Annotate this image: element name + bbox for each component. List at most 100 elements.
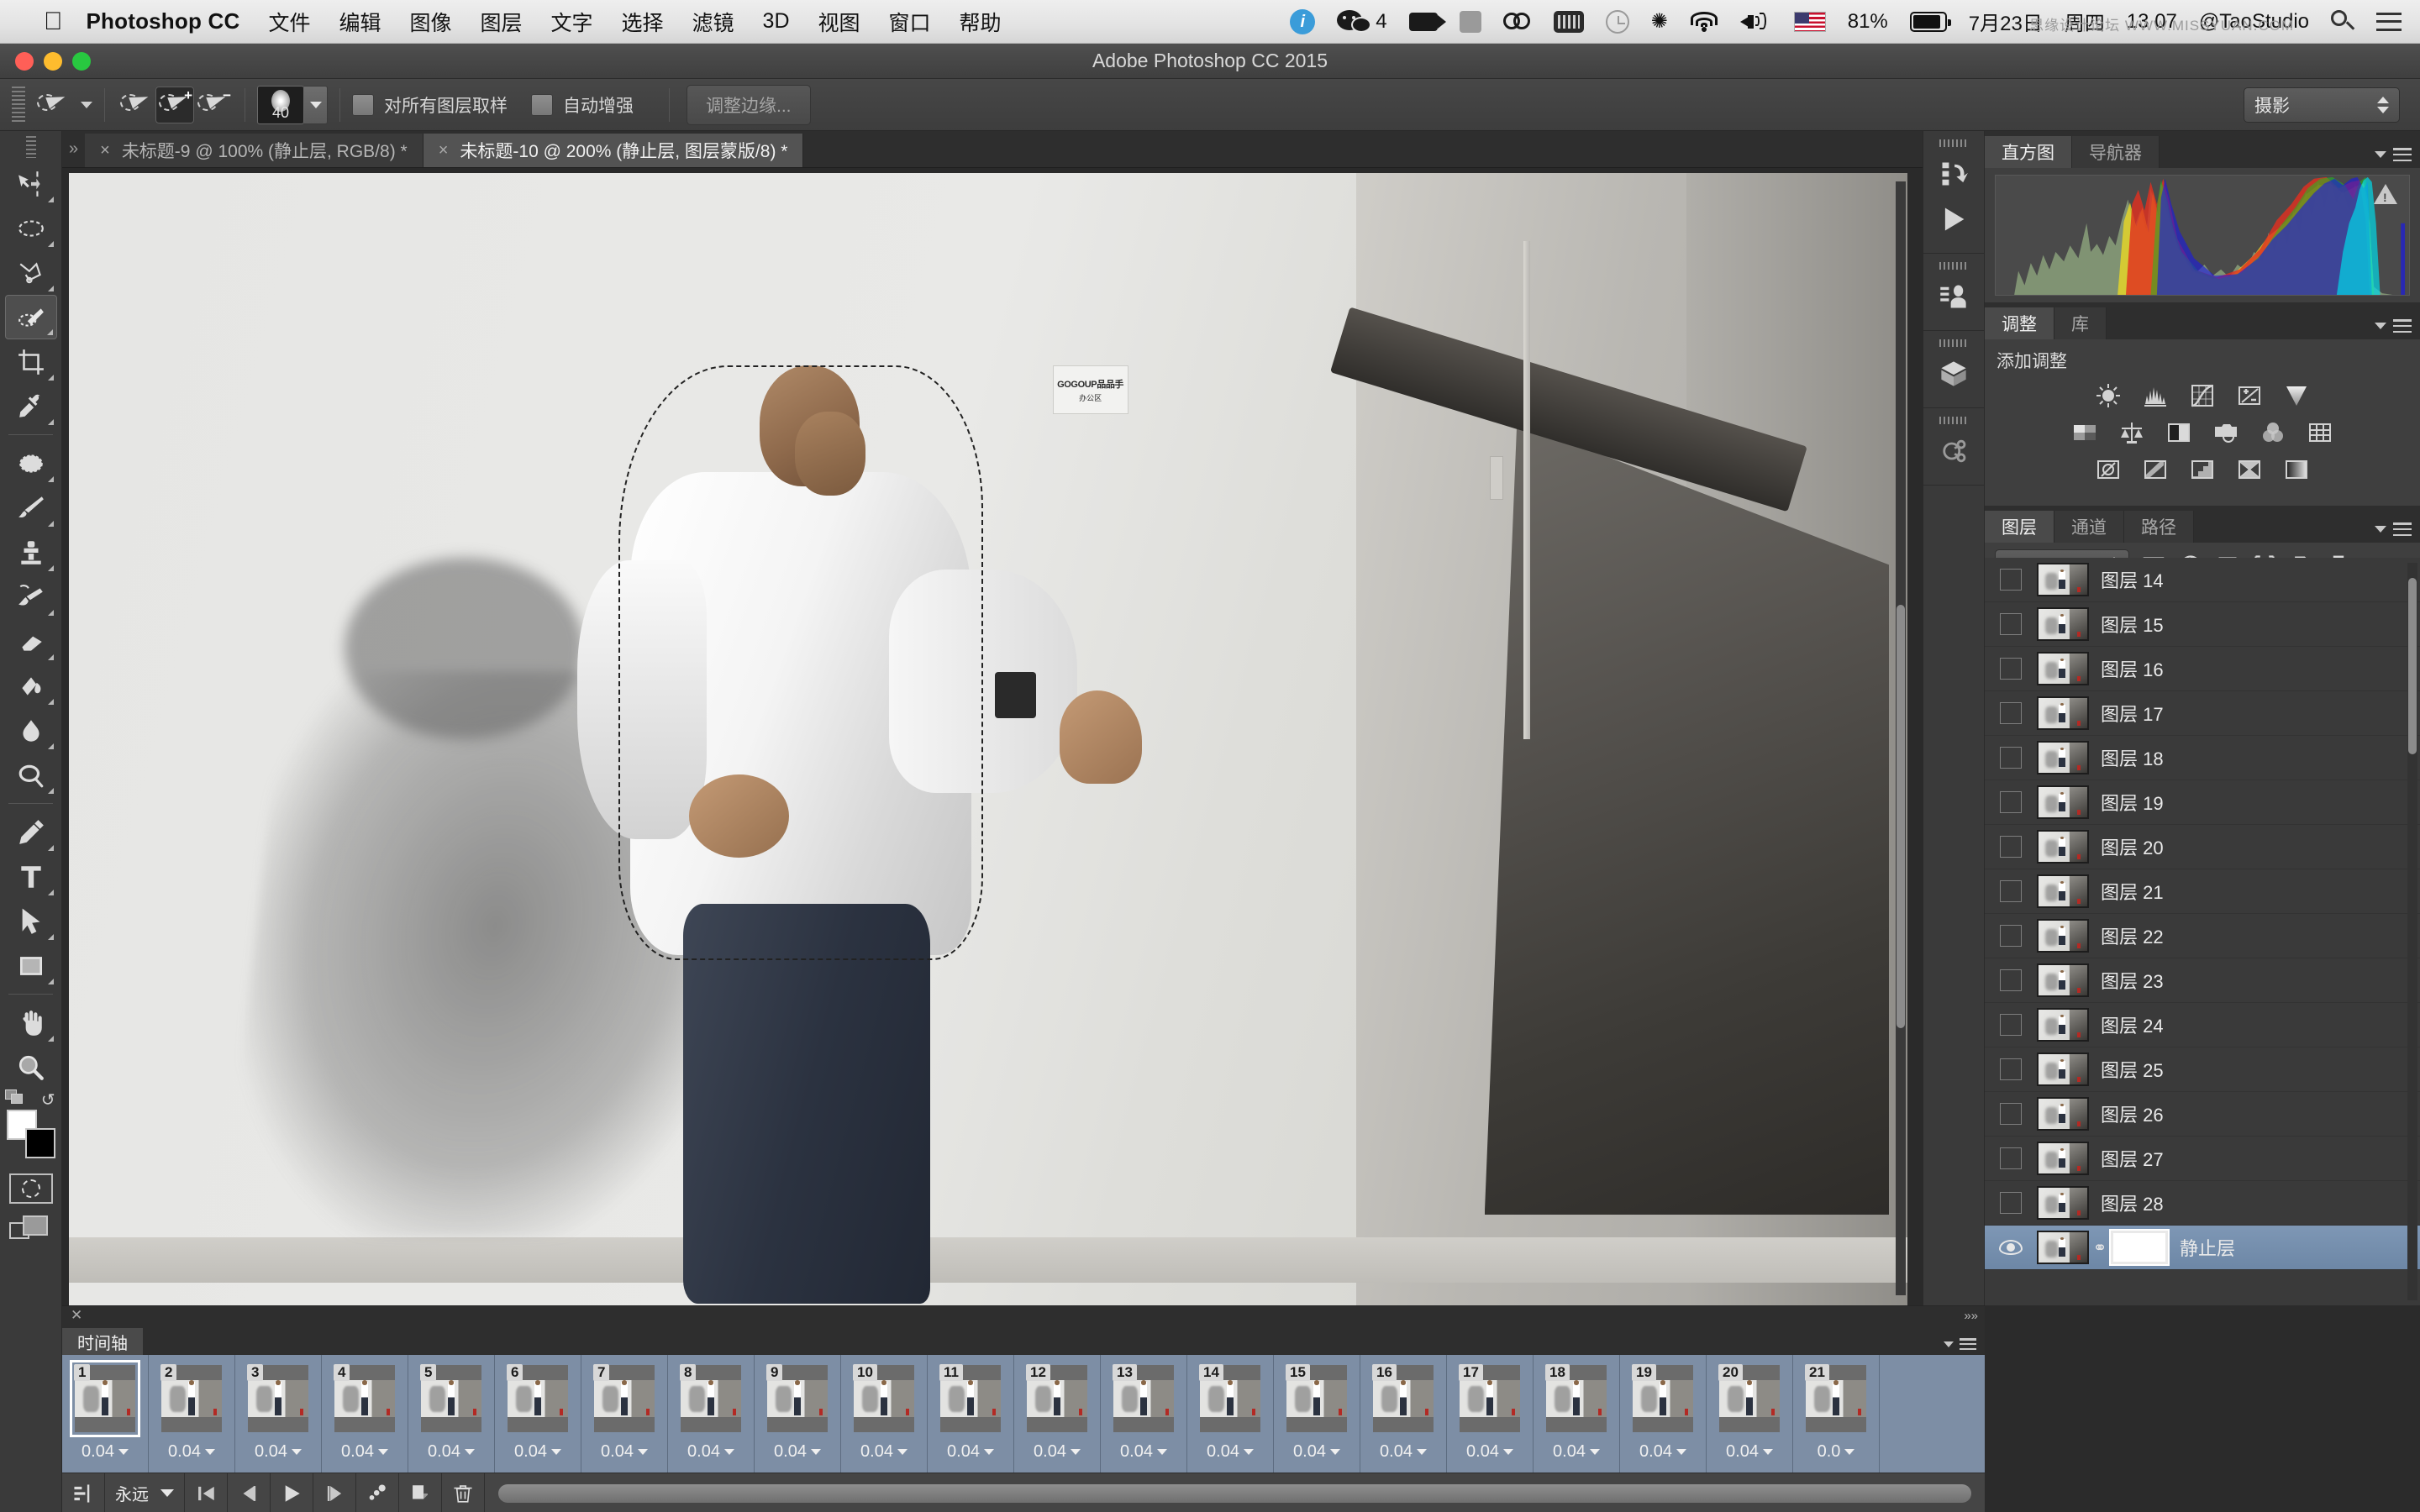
menu-item-help[interactable]: 帮助 bbox=[960, 7, 1002, 37]
layer-visibility-toggle[interactable] bbox=[1985, 1058, 2037, 1080]
frame-delay[interactable]: 0.04 bbox=[1726, 1442, 1773, 1462]
layer-visibility-toggle[interactable] bbox=[1985, 1147, 2037, 1169]
layer-thumbnail[interactable] bbox=[2037, 563, 2089, 596]
layer-visibility-toggle[interactable] bbox=[1985, 747, 2037, 769]
frame-delay[interactable]: 0.04 bbox=[514, 1442, 561, 1462]
frame-delay[interactable]: 0.04 bbox=[687, 1442, 734, 1462]
frame-delay[interactable]: 0.04 bbox=[1639, 1442, 1686, 1462]
histogram-cached-warning-icon[interactable] bbox=[2374, 184, 2397, 204]
frame-delay[interactable]: 0.04 bbox=[774, 1442, 821, 1462]
history-panel-icon[interactable] bbox=[1928, 152, 1979, 196]
circles-icon[interactable] bbox=[1502, 12, 1532, 31]
frame-delay[interactable]: 0.04 bbox=[1207, 1442, 1254, 1462]
rail-grip[interactable] bbox=[1939, 417, 1968, 424]
layer-row[interactable]: 图层 14 bbox=[1985, 558, 2420, 602]
layer-thumbnail[interactable] bbox=[2037, 607, 2089, 641]
timeline-frame[interactable]: 15 0.04 bbox=[1274, 1355, 1360, 1473]
tab-overflow-chevron-icon[interactable]: » bbox=[62, 139, 85, 167]
frame-delay[interactable]: 0.04 bbox=[601, 1442, 648, 1462]
eraser-tool[interactable] bbox=[5, 619, 57, 664]
color-lookup-icon[interactable] bbox=[2306, 418, 2334, 447]
previous-frame-button[interactable] bbox=[228, 1473, 271, 1512]
frame-delay[interactable]: 0.04 bbox=[428, 1442, 475, 1462]
tab-layers[interactable]: 图层 bbox=[1985, 511, 2054, 543]
frame-thumbnail-wrap[interactable]: 10 bbox=[849, 1360, 919, 1437]
tab-navigator[interactable]: 导航器 bbox=[2072, 136, 2160, 168]
frame-thumbnail-wrap[interactable]: 5 bbox=[416, 1360, 487, 1437]
layer-row[interactable]: 图层 26 bbox=[1985, 1092, 2420, 1137]
shape-tool[interactable] bbox=[5, 943, 57, 988]
tab-histogram[interactable]: 直方图 bbox=[1985, 136, 2072, 168]
timeline-frame[interactable]: 6 0.04 bbox=[495, 1355, 581, 1473]
timeline-frame[interactable]: 10 0.04 bbox=[841, 1355, 928, 1473]
layer-row[interactable]: 图层 17 bbox=[1985, 691, 2420, 736]
color-balance-icon[interactable] bbox=[2118, 418, 2146, 447]
tab-library[interactable]: 库 bbox=[2054, 307, 2107, 339]
first-frame-button[interactable] bbox=[185, 1473, 228, 1512]
quick-mask-toggle[interactable] bbox=[8, 1173, 53, 1204]
path-selection-tool[interactable] bbox=[5, 899, 57, 943]
channel-mixer-icon[interactable] bbox=[2259, 418, 2287, 447]
layer-thumbnail[interactable] bbox=[2037, 652, 2089, 685]
next-frame-button[interactable] bbox=[313, 1473, 356, 1512]
timeline-frame[interactable]: 16 0.04 bbox=[1360, 1355, 1447, 1473]
timeline-frame[interactable]: 12 0.04 bbox=[1014, 1355, 1101, 1473]
volume-icon[interactable] bbox=[1739, 11, 1772, 33]
tool-preset-chevron-down-icon[interactable] bbox=[81, 101, 92, 108]
hue-saturation-icon[interactable] bbox=[2070, 418, 2099, 447]
hand-tool[interactable] bbox=[5, 1000, 57, 1045]
histogram-panel-menu-button[interactable] bbox=[2375, 148, 2412, 161]
time-machine-icon[interactable] bbox=[1605, 9, 1629, 34]
layer-row[interactable]: 图层 23 bbox=[1985, 958, 2420, 1003]
layer-thumbnail[interactable] bbox=[2037, 919, 2089, 953]
layer-visibility-toggle[interactable] bbox=[1985, 791, 2037, 813]
adjustments-panel-menu-button[interactable] bbox=[2375, 319, 2412, 333]
crop-tool[interactable] bbox=[5, 339, 57, 384]
layer-thumbnail[interactable] bbox=[2037, 874, 2089, 908]
layer-mask-thumbnail[interactable] bbox=[2109, 1229, 2170, 1266]
layer-visibility-toggle[interactable] bbox=[1985, 658, 2037, 680]
invert-icon[interactable] bbox=[2094, 455, 2123, 484]
layer-row[interactable]: 图层 22 bbox=[1985, 914, 2420, 958]
layer-thumbnail[interactable] bbox=[2037, 1097, 2089, 1131]
timeline-zoom-slider[interactable] bbox=[498, 1483, 1971, 1503]
frame-thumbnail-wrap[interactable]: 16 bbox=[1368, 1360, 1439, 1437]
layer-visibility-toggle[interactable] bbox=[1985, 880, 2037, 902]
properties-panel-icon[interactable] bbox=[1928, 429, 1979, 473]
selective-color-icon[interactable] bbox=[2235, 455, 2264, 484]
black-white-icon[interactable] bbox=[2165, 418, 2193, 447]
timeline-frame[interactable]: 7 0.04 bbox=[581, 1355, 668, 1473]
close-icon[interactable]: × bbox=[439, 141, 449, 160]
frame-thumbnail-wrap[interactable]: 14 bbox=[1195, 1360, 1265, 1437]
layers-panel-menu-button[interactable] bbox=[2375, 522, 2412, 536]
video-icon[interactable] bbox=[1408, 12, 1446, 31]
close-icon[interactable]: × bbox=[100, 141, 110, 160]
selection-subtract-button[interactable]: − bbox=[194, 87, 233, 123]
layer-thumbnail[interactable] bbox=[2037, 1008, 2089, 1042]
frame-thumbnail-wrap[interactable]: 7 bbox=[589, 1360, 660, 1437]
layer-visibility-toggle[interactable] bbox=[1985, 1192, 2037, 1214]
wifi-icon[interactable] bbox=[1690, 11, 1718, 32]
menu-item-edit[interactable]: 编辑 bbox=[339, 7, 381, 37]
frame-thumbnail-wrap[interactable]: 11 bbox=[935, 1360, 1006, 1437]
brush-tool[interactable] bbox=[5, 486, 57, 530]
timeline-frame[interactable]: 13 0.04 bbox=[1101, 1355, 1187, 1473]
timeline-frame[interactable]: 3 0.04 bbox=[235, 1355, 322, 1473]
layer-thumbnail[interactable] bbox=[2037, 696, 2089, 730]
blur-tool[interactable] bbox=[5, 708, 57, 753]
frame-thumbnail-wrap[interactable]: 19 bbox=[1628, 1360, 1698, 1437]
tween-frames-button[interactable] bbox=[356, 1473, 399, 1512]
brush-options-chevron-down-icon[interactable] bbox=[304, 85, 328, 124]
history-brush-tool[interactable] bbox=[5, 575, 57, 619]
timeline-frame[interactable]: 21 0.0 bbox=[1793, 1355, 1880, 1473]
bluetooth-icon[interactable]: ✺ bbox=[1651, 11, 1668, 32]
current-tool-preset-icon[interactable] bbox=[34, 87, 72, 123]
layer-row[interactable]: 图层 21 bbox=[1985, 869, 2420, 914]
play-button[interactable] bbox=[271, 1473, 313, 1512]
frame-delay[interactable]: 0.04 bbox=[947, 1442, 994, 1462]
wechat-icon[interactable]: 4 bbox=[1337, 9, 1387, 34]
frame-delay[interactable]: 0.04 bbox=[1466, 1442, 1513, 1462]
tab-timeline[interactable]: 时间轴 bbox=[62, 1328, 143, 1355]
timeline-panel-menu-button[interactable] bbox=[1944, 1338, 1976, 1350]
eyedropper-tool[interactable] bbox=[5, 384, 57, 428]
